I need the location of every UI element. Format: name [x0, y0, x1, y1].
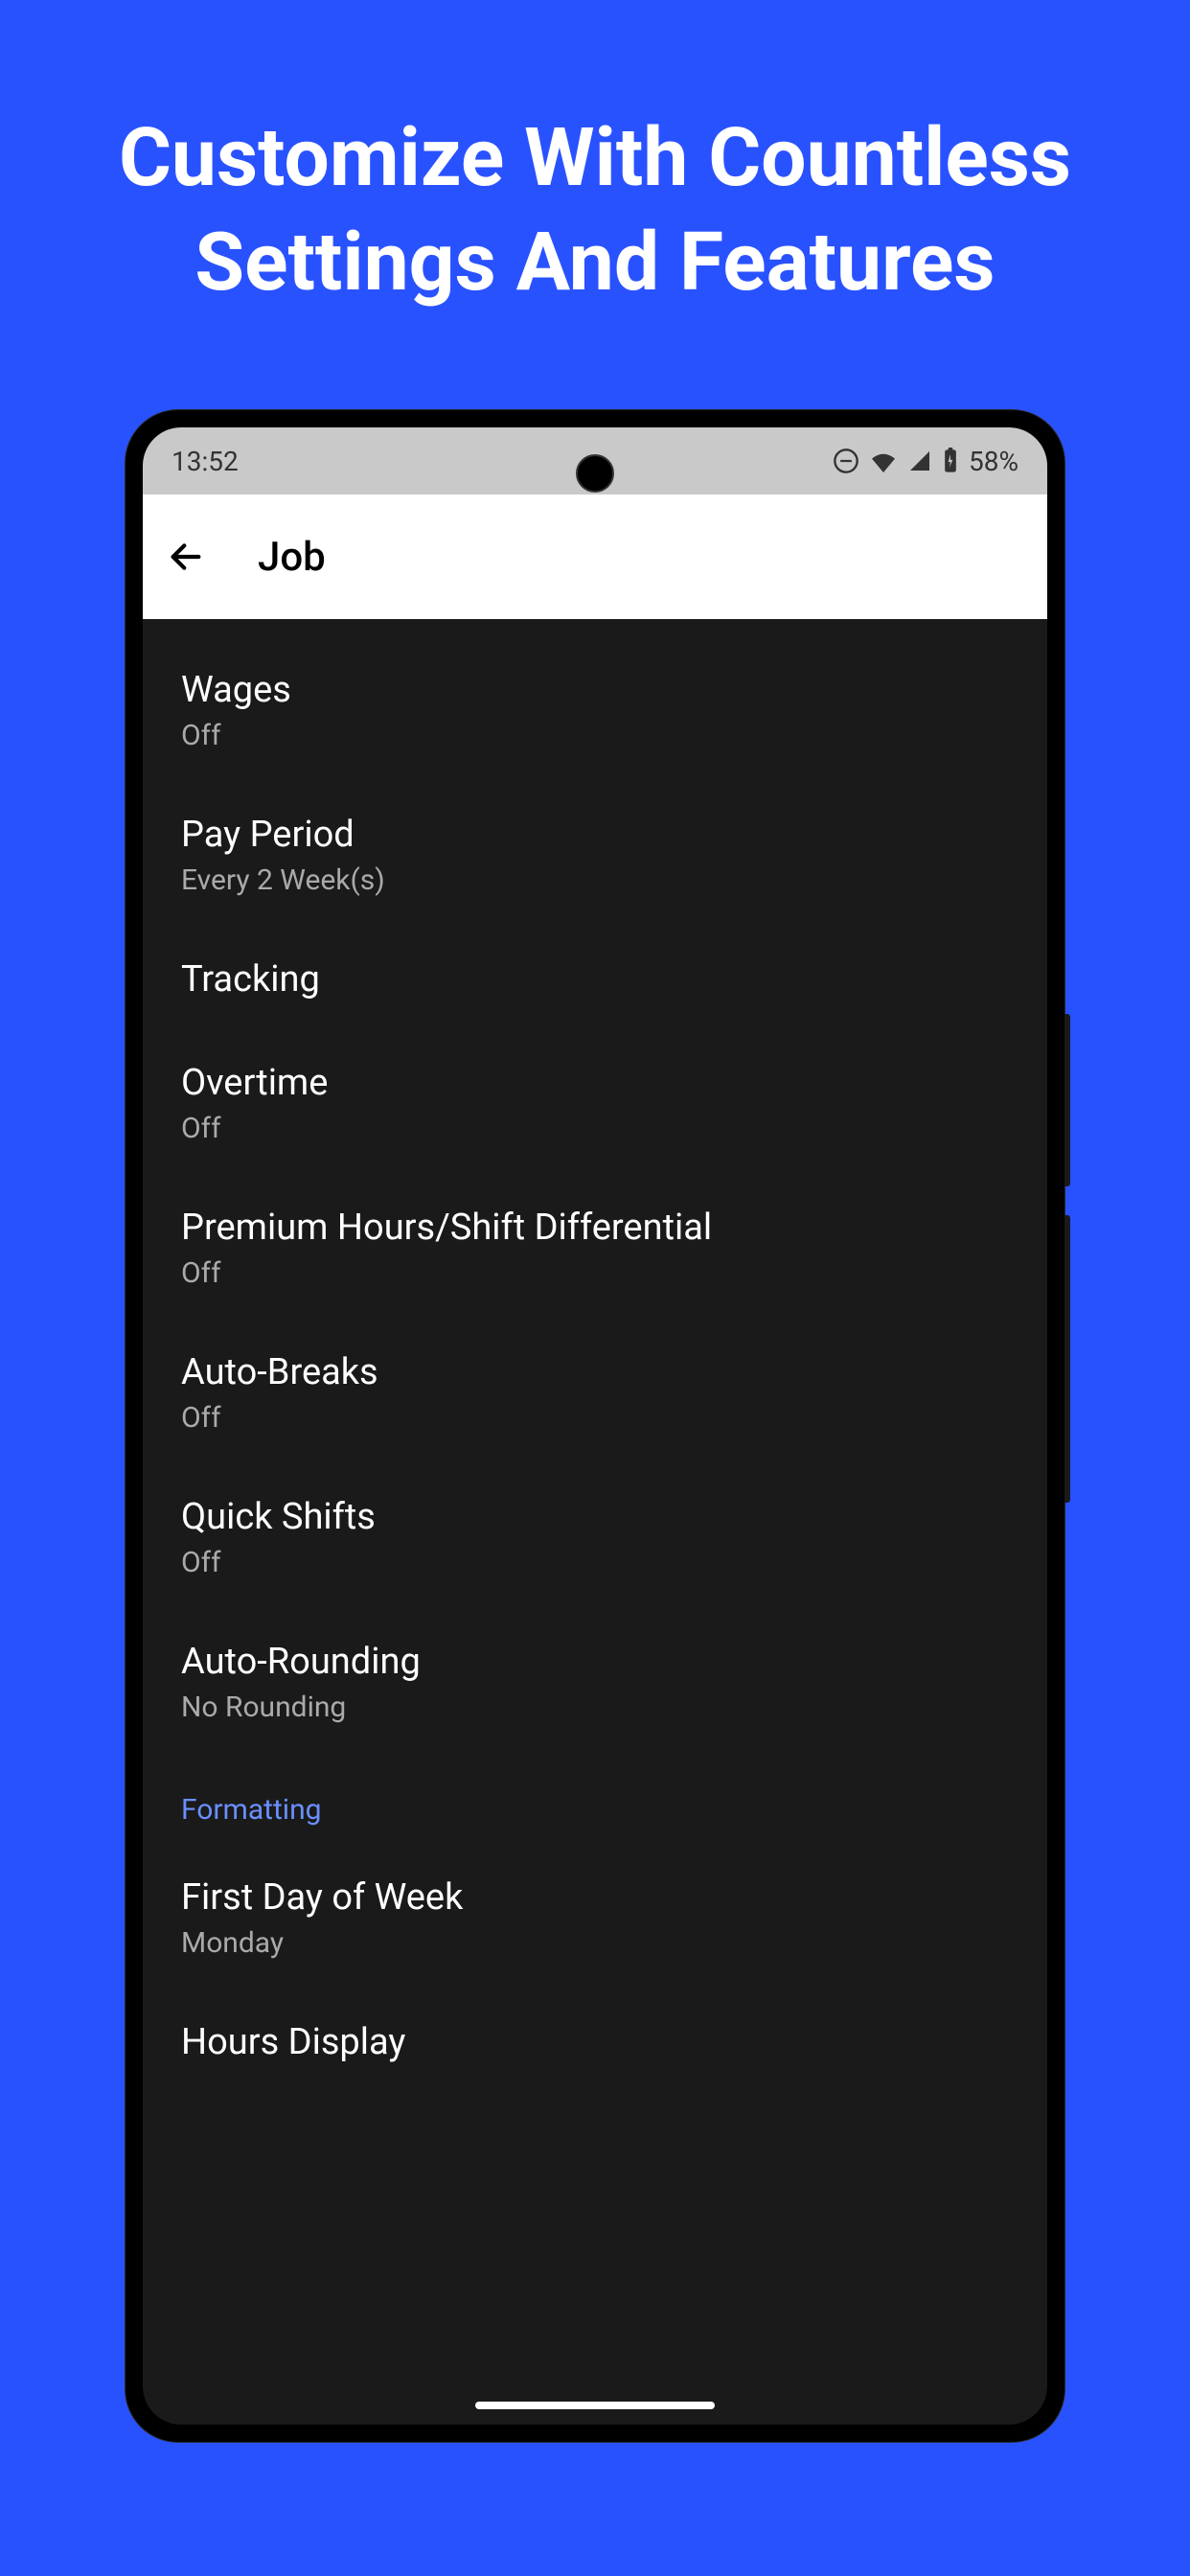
arrow-left-icon — [167, 538, 205, 576]
setting-subtitle: Off — [181, 1546, 1009, 1579]
setting-title: Overtime — [181, 1062, 1009, 1104]
wifi-icon — [869, 449, 898, 472]
setting-title: Pay Period — [181, 814, 1009, 856]
setting-title: First Day of Week — [181, 1876, 1009, 1919]
camera-punch — [576, 454, 614, 493]
phone-frame: 13:52 — [126, 410, 1064, 2442]
app-bar: Job — [143, 494, 1047, 619]
setting-subtitle: Every 2 Week(s) — [181, 863, 1009, 897]
page-title: Job — [258, 534, 326, 581]
setting-title: Auto-Rounding — [181, 1641, 1009, 1683]
promo-heading: Customize With Countless Settings And Fe… — [0, 0, 1190, 314]
setting-wages[interactable]: Wages Off — [143, 638, 1047, 783]
setting-title: Tracking — [181, 958, 1009, 1000]
phone-screen: 13:52 — [143, 427, 1047, 2425]
setting-tracking[interactable]: Tracking — [143, 928, 1047, 1031]
section-header-formatting: Formatting — [143, 1755, 1047, 1846]
settings-list: Wages Off Pay Period Every 2 Week(s) Tra… — [143, 619, 1047, 2113]
setting-subtitle: No Rounding — [181, 1690, 1009, 1724]
back-button[interactable] — [162, 533, 210, 581]
setting-title: Auto-Breaks — [181, 1351, 1009, 1393]
signal-icon — [907, 449, 932, 472]
phone-side-button — [1064, 1215, 1070, 1503]
setting-title: Quick Shifts — [181, 1496, 1009, 1538]
setting-first-day-of-week[interactable]: First Day of Week Monday — [143, 1846, 1047, 1990]
setting-title: Wages — [181, 669, 1009, 711]
setting-subtitle: Off — [181, 1401, 1009, 1435]
setting-auto-breaks[interactable]: Auto-Breaks Off — [143, 1321, 1047, 1465]
setting-subtitle: Off — [181, 1112, 1009, 1145]
setting-premium-hours[interactable]: Premium Hours/Shift Differential Off — [143, 1176, 1047, 1321]
setting-overtime[interactable]: Overtime Off — [143, 1031, 1047, 1176]
setting-title: Hours Display — [181, 2021, 1009, 2063]
setting-title: Premium Hours/Shift Differential — [181, 1207, 1009, 1249]
battery-icon — [942, 448, 959, 474]
phone-side-button — [1064, 1014, 1070, 1186]
do-not-disturb-icon — [833, 448, 859, 474]
setting-subtitle: Monday — [181, 1926, 1009, 1960]
status-time: 13:52 — [172, 446, 239, 477]
setting-quick-shifts[interactable]: Quick Shifts Off — [143, 1465, 1047, 1610]
battery-percent: 58% — [969, 446, 1018, 477]
setting-auto-rounding[interactable]: Auto-Rounding No Rounding — [143, 1610, 1047, 1755]
setting-pay-period[interactable]: Pay Period Every 2 Week(s) — [143, 783, 1047, 928]
setting-hours-display[interactable]: Hours Display — [143, 1990, 1047, 2094]
nav-indicator[interactable] — [475, 2402, 715, 2409]
setting-subtitle: Off — [181, 719, 1009, 752]
setting-subtitle: Off — [181, 1256, 1009, 1290]
